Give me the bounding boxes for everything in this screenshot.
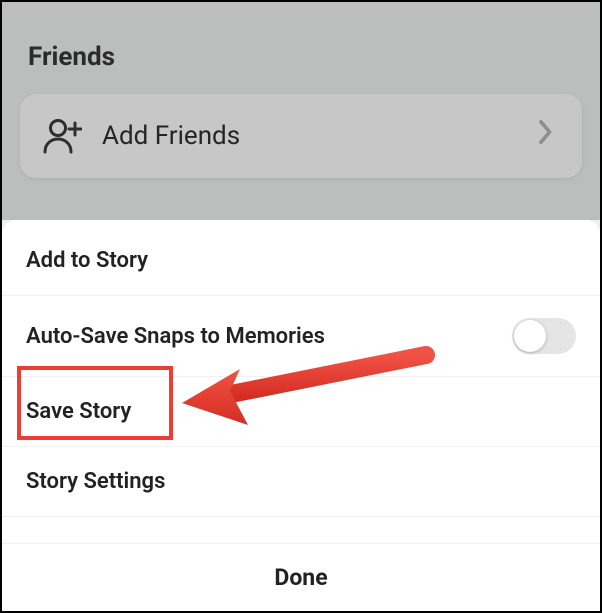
done-label: Done	[274, 564, 327, 591]
modal-overlay[interactable]	[2, 2, 600, 220]
sheet-label: Save Story	[26, 399, 576, 424]
toggle-auto-save[interactable]	[512, 318, 576, 354]
sheet-label: Add to Story	[26, 248, 576, 273]
sheet-label: Auto-Save Snaps to Memories	[26, 324, 512, 349]
done-button[interactable]: Done	[2, 543, 600, 611]
sheet-row-auto-save[interactable]: Auto-Save Snaps to Memories	[2, 296, 600, 377]
action-sheet: Add to Story Auto-Save Snaps to Memories…	[2, 220, 600, 611]
sheet-label: Story Settings	[26, 469, 576, 494]
sheet-row-add-to-story[interactable]: Add to Story	[2, 220, 600, 296]
sheet-row-story-settings[interactable]: Story Settings	[2, 447, 600, 517]
sheet-row-save-story[interactable]: Save Story	[2, 377, 600, 447]
